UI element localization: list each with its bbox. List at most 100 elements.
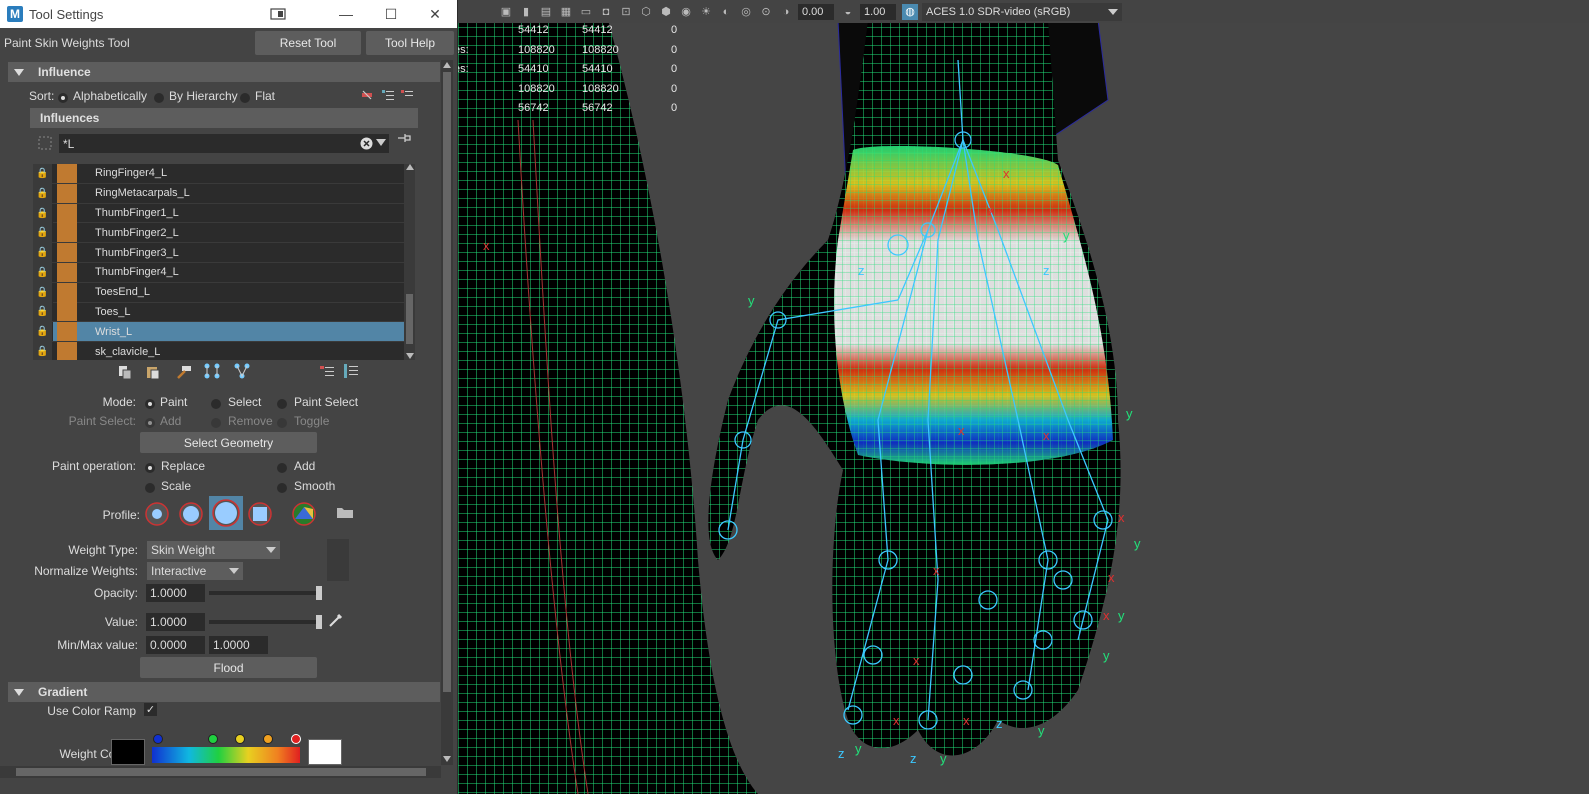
influence-color-swatch[interactable] [57,342,77,360]
image-brush-icon[interactable] [290,500,318,528]
move-weights-icon[interactable] [202,362,222,380]
scroll-thumb[interactable] [406,294,413,344]
paint-op-replace-radio[interactable] [145,460,155,474]
lock-icon[interactable]: 🔒 [33,302,53,322]
exposure-input[interactable]: 0.00 [798,3,834,20]
maximize-button[interactable]: ☐ [381,4,401,24]
weight-hammer-icon[interactable] [174,363,194,381]
value-slider-handle[interactable] [316,615,322,629]
lock-icon[interactable]: 🔒 [33,282,53,302]
influence-list[interactable]: 🔒 RingFinger4_L 🔒 RingMetacarpals_L 🔒 ThumbFi… [33,164,404,360]
paint-select-remove-radio[interactable] [211,415,221,429]
filter-dropdown-icon[interactable] [375,138,387,148]
lighting-icon[interactable]: ☀ [698,4,714,20]
gradient-section-header[interactable]: Gradient [8,682,440,702]
gaussian-brush-icon[interactable] [143,500,171,528]
display-list-icon[interactable] [318,362,336,380]
influence-color-swatch[interactable] [57,203,77,223]
influence-list-item[interactable]: 🔒 ThumbFinger4_L [33,262,404,283]
influence-list-item[interactable]: 🔒 RingMetacarpals_L [33,183,404,204]
select-geometry-button[interactable]: Select Geometry [140,432,317,453]
influence-list-item[interactable]: 🔒 Toes_L [33,302,404,323]
resolution-gate-icon[interactable]: ◘ [598,4,614,20]
value-slider[interactable] [209,620,320,624]
minimize-button[interactable]: — [336,4,356,24]
scroll-up-arrow-icon[interactable] [406,164,414,170]
influence-list-item[interactable]: 🔒 ThumbFinger3_L [33,243,404,263]
panel-horizontal-scrollbar[interactable] [0,766,441,778]
lock-icon[interactable]: 🔒 [33,223,53,243]
weight-type-dropdown[interactable]: Skin Weight [147,541,280,559]
tool-help-button[interactable]: Tool Help [366,31,454,55]
opacity-input[interactable]: 1.0000 [146,584,205,602]
display-tree-icon[interactable] [342,362,360,380]
lock-icon[interactable]: 🔒 [33,203,53,223]
xray-icon[interactable]: ◎ [738,4,754,20]
influence-color-swatch[interactable] [57,302,77,322]
sort-alphabetically-radio[interactable] [58,90,68,104]
normalize-weights-dropdown[interactable]: Interactive [147,562,243,580]
influence-section-header[interactable]: Influence [8,62,440,82]
exposure-icon[interactable]: ◑ [778,4,794,20]
reset-tool-button[interactable]: Reset Tool [255,31,361,55]
mode-paint-select-radio[interactable] [277,396,287,410]
influence-list-item[interactable]: 🔒 RingFinger4_L [33,164,404,184]
isolate-icon[interactable]: ⊙ [758,4,774,20]
opacity-slider-handle[interactable] [316,586,322,600]
sort-hierarchy-radio[interactable] [154,90,164,104]
bookmark-icon[interactable]: ▮ [518,4,534,20]
value-input[interactable]: 1.0000 [146,613,205,631]
lock-icon[interactable]: 🔒 [33,164,53,183]
grid-icon[interactable]: ▦ [558,4,574,20]
mode-select-radio[interactable] [211,396,221,410]
show-influences-icon[interactable] [232,362,252,380]
scroll-down-arrow-icon[interactable] [443,756,451,762]
use-color-ramp-checkbox[interactable]: ✓ [144,703,157,716]
max-value-input[interactable]: 1.0000 [209,636,268,654]
lock-icon[interactable]: 🔒 [33,322,53,342]
panel-vertical-scrollbar[interactable] [441,60,453,765]
safe-action-icon[interactable]: ⊡ [618,4,634,20]
solid-brush-icon[interactable] [209,496,243,530]
soft-brush-icon[interactable] [177,500,205,528]
lock-icon[interactable]: 🔒 [33,262,53,282]
influence-list-scrollbar[interactable] [404,164,415,360]
influence-list-item[interactable]: 🔒 ThumbFinger2_L [33,223,404,244]
mode-paint-radio[interactable] [145,396,155,410]
folder-icon[interactable] [336,505,354,521]
influence-filter-input[interactable]: *L [59,134,389,153]
square-brush-icon[interactable] [246,500,274,528]
camera-icon[interactable]: ▣ [498,4,514,20]
paint-op-scale-radio[interactable] [145,480,155,494]
image-plane-icon[interactable]: ▤ [538,4,554,20]
min-value-input[interactable]: 0.0000 [146,636,205,654]
paint-select-toggle-radio[interactable] [277,415,287,429]
influence-list-item[interactable]: 🔒 ToesEnd_L [33,282,404,303]
3d-viewport[interactable]: x x x x x x x x x x x x z z z z z y y y y y y y y y ▣ ▮ ▤ ▦ … [458,0,1589,794]
weight-color-white-swatch[interactable] [308,739,342,765]
dock-icon[interactable] [268,4,288,24]
influence-color-swatch[interactable] [57,243,77,263]
list-collapse-icon[interactable] [400,88,414,102]
gamma-icon[interactable]: ◒ [840,4,856,20]
lock-icon[interactable]: 🔒 [33,243,53,263]
weight-color-black-swatch[interactable] [111,739,145,765]
color-space-dropdown[interactable]: ACES 1.0 SDR-video (sRGB) [922,2,1122,21]
copy-weights-icon[interactable] [116,363,134,381]
eyedropper-icon[interactable] [328,612,346,630]
panel-scroll-thumb[interactable] [443,72,451,692]
influence-color-swatch[interactable] [57,282,77,302]
sort-flat-radio[interactable] [240,90,250,104]
paste-weights-icon[interactable] [144,363,162,381]
influence-color-swatch[interactable] [57,262,77,282]
smooth-shade-icon[interactable]: ⬢ [658,4,674,20]
paint-op-smooth-radio[interactable] [277,480,287,494]
textured-icon[interactable]: ◉ [678,4,694,20]
pin-icon[interactable] [396,131,412,145]
lock-icon[interactable]: 🔒 [33,183,53,203]
paint-select-add-radio[interactable] [145,415,155,429]
influence-color-swatch[interactable] [57,183,77,203]
influence-color-swatch[interactable] [57,223,77,243]
paint-op-add-radio[interactable] [277,460,287,474]
film-gate-icon[interactable]: ▭ [578,4,594,20]
